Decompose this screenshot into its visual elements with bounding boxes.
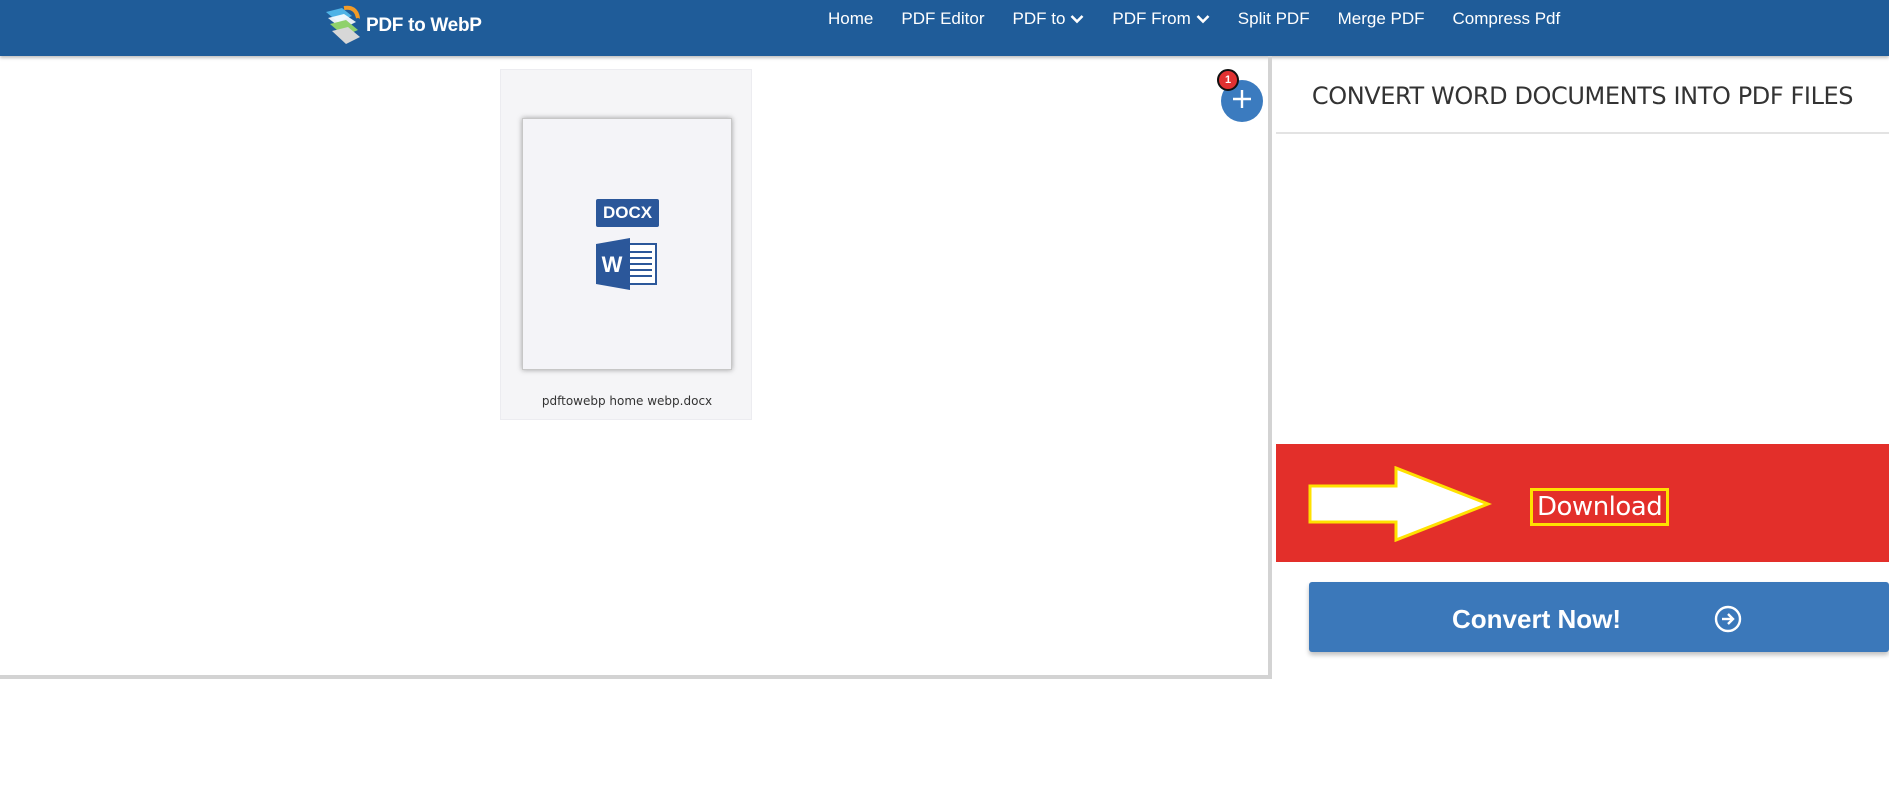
nav-pdf-to-label: PDF to bbox=[1012, 9, 1066, 28]
svg-text:W: W bbox=[602, 252, 623, 277]
main-nav: Home PDF Editor PDF to PDF From Split PD… bbox=[828, 0, 1588, 38]
file-count-badge: 1 bbox=[1217, 69, 1239, 91]
nav-pdf-from[interactable]: PDF From bbox=[1112, 9, 1210, 29]
convert-now-button[interactable]: Convert Now! bbox=[1309, 582, 1889, 652]
nav-pdf-editor-label: PDF Editor bbox=[901, 9, 985, 28]
nav-home-label: Home bbox=[828, 9, 874, 28]
panel-divider bbox=[1276, 132, 1889, 134]
chevron-down-icon bbox=[1070, 9, 1084, 29]
nav-split-pdf[interactable]: Split PDF bbox=[1238, 9, 1310, 29]
word-document-icon: W bbox=[596, 238, 658, 295]
logo-text: PDF to WebP bbox=[366, 15, 482, 36]
top-navbar: PDF to WebP Home PDF Editor PDF to PDF F… bbox=[0, 0, 1889, 56]
nav-merge-pdf[interactable]: Merge PDF bbox=[1338, 9, 1425, 29]
file-preview: DOCX W bbox=[522, 118, 732, 370]
nav-home[interactable]: Home bbox=[828, 9, 873, 29]
nav-pdf-from-label: PDF From bbox=[1112, 9, 1191, 28]
nav-merge-pdf-label: Merge PDF bbox=[1337, 9, 1425, 28]
circle-arrow-right-icon bbox=[1714, 605, 1742, 638]
site-logo[interactable]: PDF to WebP bbox=[322, 4, 482, 48]
chevron-down-icon bbox=[1196, 9, 1210, 29]
nav-split-pdf-label: Split PDF bbox=[1237, 9, 1310, 28]
nav-pdf-to[interactable]: PDF to bbox=[1013, 9, 1085, 29]
nav-compress-pdf[interactable]: Compress Pdf bbox=[1453, 9, 1561, 29]
file-card[interactable]: DOCX W pdftowebp home webp.docx bbox=[500, 69, 752, 420]
download-link[interactable]: Download bbox=[1530, 488, 1670, 526]
plus-icon bbox=[1231, 88, 1253, 115]
file-name: pdftowebp home webp.docx bbox=[541, 394, 713, 408]
right-arrow-icon bbox=[1308, 465, 1493, 547]
nav-pdf-editor[interactable]: PDF Editor bbox=[901, 9, 984, 29]
file-type-badge: DOCX bbox=[596, 199, 659, 227]
logo-icon bbox=[326, 5, 360, 44]
convert-now-label: Convert Now! bbox=[1452, 604, 1621, 634]
download-banner[interactable]: Download bbox=[1276, 444, 1889, 562]
nav-compress-pdf-label: Compress Pdf bbox=[1452, 9, 1561, 28]
panel-title: CONVERT WORD DOCUMENTS INTO PDF FILES bbox=[1311, 82, 1854, 110]
